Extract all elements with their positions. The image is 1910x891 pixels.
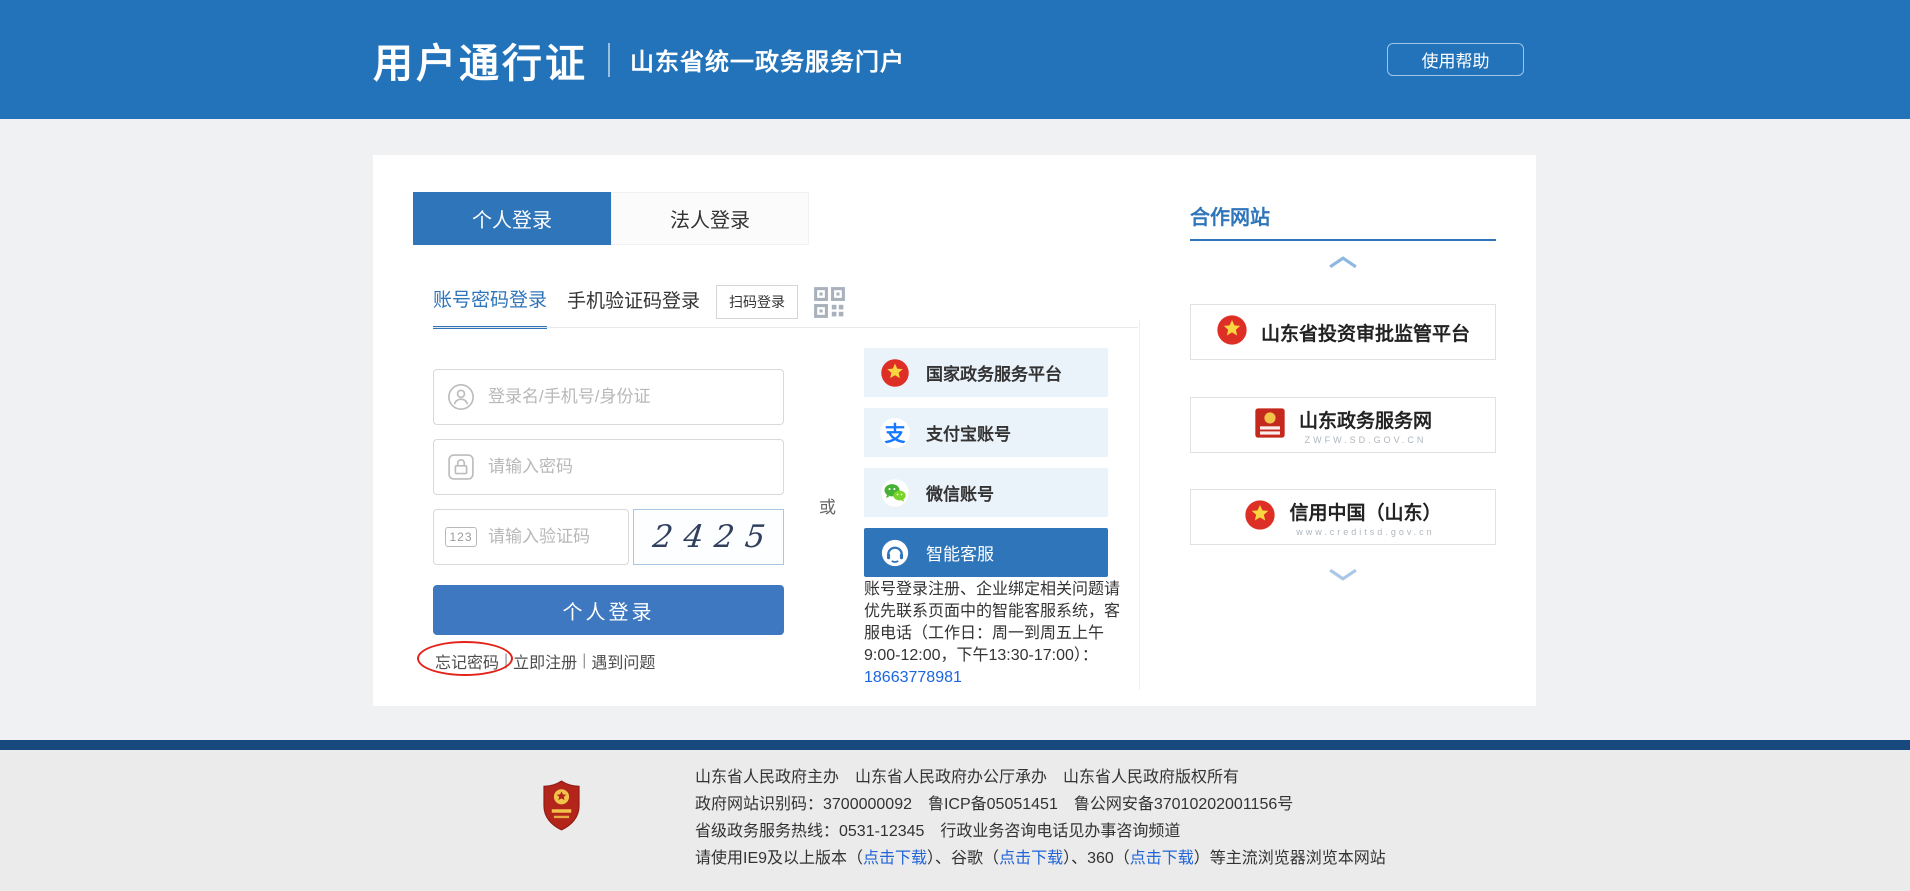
partners-underline [1190, 239, 1496, 241]
help-button[interactable]: 使用帮助 [1387, 43, 1524, 76]
brand-divider [608, 43, 610, 77]
username-field [433, 369, 784, 425]
shandong-gov-icon [1254, 407, 1286, 444]
wechat-icon [864, 478, 926, 508]
captcha-field: 123 [433, 509, 629, 565]
captcha-123-icon: 123 [434, 527, 488, 547]
partners-title: 合作网站 [1190, 201, 1270, 230]
page-title: 用户通行证 [373, 31, 588, 89]
username-input[interactable] [488, 387, 783, 407]
download-link-ie[interactable]: 点击下载 [863, 850, 927, 867]
footer-line-icp: 政府网站识别码：3700000092 鲁ICP备05051451 鲁公网安备37… [695, 791, 1386, 818]
service-phone-link[interactable]: 18663778981 [864, 669, 962, 686]
partner-shandong-gov-service[interactable]: 山东政务服务网 ZWFW.SD.GOV.CN [1190, 397, 1496, 453]
headset-icon [864, 538, 926, 568]
third-party-national-platform[interactable]: 国家政务服务平台 [864, 348, 1108, 397]
partner-url: www.creditsd.gov.cn [1296, 527, 1434, 537]
partner-credit-china-shandong[interactable]: 信用中国（山东） www.creditsd.gov.cn [1190, 489, 1496, 545]
personal-login-button[interactable]: 个人登录 [433, 585, 784, 635]
user-icon [434, 383, 488, 411]
login-card: 个人登录 法人登录 账号密码登录 手机验证码登录 扫码登录 [373, 155, 1536, 706]
portal-subtitle: 山东省统一政务服务门户 [630, 42, 905, 77]
footer-line-sponsor: 山东省人民政府主办 山东省人民政府办公厅承办 山东省人民政府版权所有 [695, 764, 1386, 791]
alipay-icon: 支 [864, 418, 926, 448]
partner-url: ZWFW.SD.GOV.CN [1305, 435, 1427, 445]
footer-top-bar [0, 740, 1910, 750]
brand: 用户通行证 山东省统一政务服务门户 [373, 0, 905, 119]
lock-icon [434, 453, 488, 481]
method-sms-login[interactable]: 手机验证码登录 [567, 286, 700, 327]
captcha-value: 2425 [639, 519, 777, 555]
login-links: 忘记密码 | 立即注册 | 遇到问题 [430, 649, 660, 673]
header: 用户通行证 山东省统一政务服务门户 使用帮助 [0, 0, 1910, 119]
page: 用户通行证 山东省统一政务服务门户 使用帮助 个人登录 法人登录 账号密码登录 … [0, 0, 1910, 891]
forgot-password-link[interactable]: 忘记密码 [430, 649, 504, 673]
national-emblem-icon [1216, 314, 1248, 351]
captcha-image[interactable]: 2425 [633, 509, 784, 565]
third-party-alipay[interactable]: 支 支付宝账号 [864, 408, 1108, 457]
third-party-wechat[interactable]: 微信账号 [864, 468, 1108, 517]
password-field [433, 439, 784, 495]
footer-line-browser: 请使用IE9及以上版本（点击下载）、谷歌（点击下载）、360（点击下载）等主流浏… [695, 845, 1386, 872]
methods-divider [433, 327, 1138, 328]
download-link-chrome[interactable]: 点击下载 [999, 850, 1063, 867]
captcha-input[interactable] [488, 527, 628, 547]
or-divider-label: 或 [819, 493, 836, 518]
third-party-smart-service[interactable]: 智能客服 [864, 528, 1108, 577]
tab-corporate-login[interactable]: 法人登录 [611, 192, 809, 245]
footer-text: 山东省人民政府主办 山东省人民政府办公厅承办 山东省人民政府版权所有 政府网站识… [695, 764, 1386, 872]
method-password-login[interactable]: 账号密码登录 [433, 285, 547, 329]
method-scan-login[interactable]: 扫码登录 [716, 285, 798, 319]
chevron-down-icon[interactable] [1328, 568, 1358, 581]
government-shield-icon [542, 780, 581, 832]
download-link-360[interactable]: 点击下载 [1130, 850, 1194, 867]
tab-personal-login[interactable]: 个人登录 [413, 192, 611, 245]
national-emblem-icon [864, 358, 926, 388]
footer-line-hotline: 省级政务服务热线：0531-12345 行政业务咨询电话见办事咨询频道 [695, 818, 1386, 845]
qr-code-icon[interactable] [811, 284, 848, 321]
footer: 山东省人民政府主办 山东省人民政府办公厅承办 山东省人民政府版权所有 政府网站识… [0, 750, 1910, 891]
trouble-link[interactable]: 遇到问题 [586, 649, 660, 673]
register-link[interactable]: 立即注册 [508, 649, 582, 673]
partner-investment-platform[interactable]: 山东省投资审批监管平台 [1190, 304, 1496, 360]
customer-service-notice: 账号登录注册、企业绑定相关问题请优先联系页面中的智能客服系统，客服电话（工作日：… [864, 579, 1132, 689]
password-input[interactable] [488, 457, 783, 477]
vertical-divider [1139, 320, 1140, 690]
login-methods: 账号密码登录 手机验证码登录 扫码登录 [433, 284, 848, 329]
chevron-up-icon[interactable] [1328, 256, 1358, 269]
national-emblem-icon [1244, 499, 1276, 536]
